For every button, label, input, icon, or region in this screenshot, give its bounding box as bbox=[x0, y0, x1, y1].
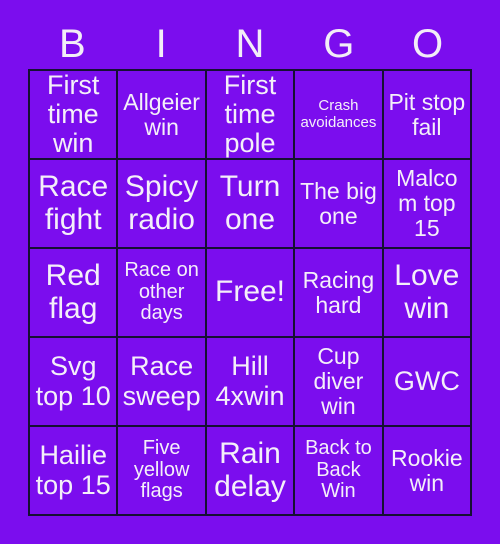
bingo-cell-label: First time win bbox=[46, 71, 100, 159]
bingo-cell[interactable]: Love win bbox=[383, 249, 473, 338]
bingo-cell-label: Race sweep bbox=[122, 351, 201, 411]
bingo-cell[interactable]: The big one bbox=[295, 160, 384, 249]
bingo-row: First time win Allgeier win First time pol… bbox=[30, 71, 473, 160]
bingo-row: Red flag Race on other days Free! Racing ha… bbox=[30, 249, 473, 338]
bingo-cell[interactable]: Crash avoidances bbox=[295, 71, 384, 160]
bingo-cell-label: Cup diver win bbox=[313, 343, 364, 419]
bingo-cell[interactable]: Hill 4xwin bbox=[206, 338, 296, 427]
bingo-cell[interactable]: Back to Back Win bbox=[295, 427, 384, 516]
bingo-cell[interactable]: Race sweep bbox=[118, 338, 207, 427]
bingo-cell[interactable]: Race fight bbox=[30, 160, 119, 249]
bingo-header-letter-2: N bbox=[235, 22, 265, 66]
bingo-free-space[interactable]: Free! bbox=[206, 249, 296, 338]
bingo-row: Hailie top 15 Five yellow flags Rain delay… bbox=[30, 427, 473, 516]
bingo-cell-label: Five yellow flags bbox=[133, 437, 190, 503]
bingo-cell-label: Svg top 10 bbox=[35, 351, 111, 411]
bingo-card: BINGO First time win Allgeier win First ti… bbox=[0, 0, 500, 544]
bingo-cell-label: Race fight bbox=[38, 170, 109, 236]
bingo-cell-label: Malcom top 15 bbox=[396, 165, 458, 241]
bingo-cell-label: Allgeier win bbox=[123, 88, 200, 140]
bingo-cell[interactable]: Malcom top 15 bbox=[383, 160, 473, 249]
bingo-cell-label: GWC bbox=[393, 365, 460, 396]
bingo-cell-label: Crash avoidances bbox=[300, 97, 377, 131]
bingo-cell[interactable]: Racing hard bbox=[295, 249, 384, 338]
bingo-header-letter-0: B bbox=[59, 22, 86, 66]
bingo-cell-label: First time pole bbox=[223, 71, 277, 159]
bingo-cell[interactable]: Turn one bbox=[206, 160, 296, 249]
bingo-cell-label: Red flag bbox=[45, 259, 101, 325]
bingo-cell[interactable]: Five yellow flags bbox=[118, 427, 207, 516]
bingo-cell-label: Pit stop fail bbox=[388, 88, 466, 140]
bingo-row: Svg top 10 Race sweep Hill 4xwin Cup diver … bbox=[30, 338, 473, 427]
bingo-cell-label: Rookie win bbox=[391, 444, 463, 496]
bingo-cell[interactable]: Rookie win bbox=[383, 427, 473, 516]
bingo-cell[interactable]: First time pole bbox=[206, 71, 296, 160]
bingo-cell[interactable]: Race on other days bbox=[118, 249, 207, 338]
bingo-cell-label: Hill 4xwin bbox=[215, 351, 285, 411]
bingo-header-letter-3: G bbox=[323, 22, 355, 66]
bingo-cell-label: Free! bbox=[215, 275, 286, 309]
bingo-header-letter-1: I bbox=[155, 22, 167, 66]
bingo-cell[interactable]: Cup diver win bbox=[295, 338, 384, 427]
bingo-header: BINGO bbox=[28, 20, 472, 68]
bingo-cell[interactable]: First time win bbox=[30, 71, 119, 160]
bingo-row: Race fight Spicy radio Turn one The big one… bbox=[30, 160, 473, 249]
bingo-cell-label: Racing hard bbox=[302, 266, 375, 318]
bingo-cell-label: Spicy radio bbox=[124, 170, 199, 236]
bingo-cell-label: The big one bbox=[300, 177, 377, 229]
bingo-cell-label: Rain delay bbox=[214, 437, 286, 503]
bingo-cell[interactable]: Rain delay bbox=[206, 427, 296, 516]
bingo-cell-label: Back to Back Win bbox=[305, 437, 372, 503]
bingo-grid: First time win Allgeier win First time pol… bbox=[28, 69, 473, 516]
bingo-cell[interactable]: Pit stop fail bbox=[383, 71, 473, 160]
bingo-cell[interactable]: Allgeier win bbox=[118, 71, 207, 160]
bingo-cell-label: Race on other days bbox=[124, 259, 199, 325]
bingo-cell-label: Love win bbox=[394, 259, 460, 325]
bingo-cell[interactable]: Red flag bbox=[30, 249, 119, 338]
bingo-header-letter-4: O bbox=[412, 22, 444, 66]
bingo-cell-label: Turn one bbox=[219, 170, 281, 236]
bingo-cell[interactable]: Svg top 10 bbox=[30, 338, 119, 427]
bingo-cell[interactable]: Hailie top 15 bbox=[30, 427, 119, 516]
bingo-cell[interactable]: Spicy radio bbox=[118, 160, 207, 249]
bingo-cell-label: Hailie top 15 bbox=[35, 440, 111, 500]
bingo-cell[interactable]: GWC bbox=[383, 338, 473, 427]
